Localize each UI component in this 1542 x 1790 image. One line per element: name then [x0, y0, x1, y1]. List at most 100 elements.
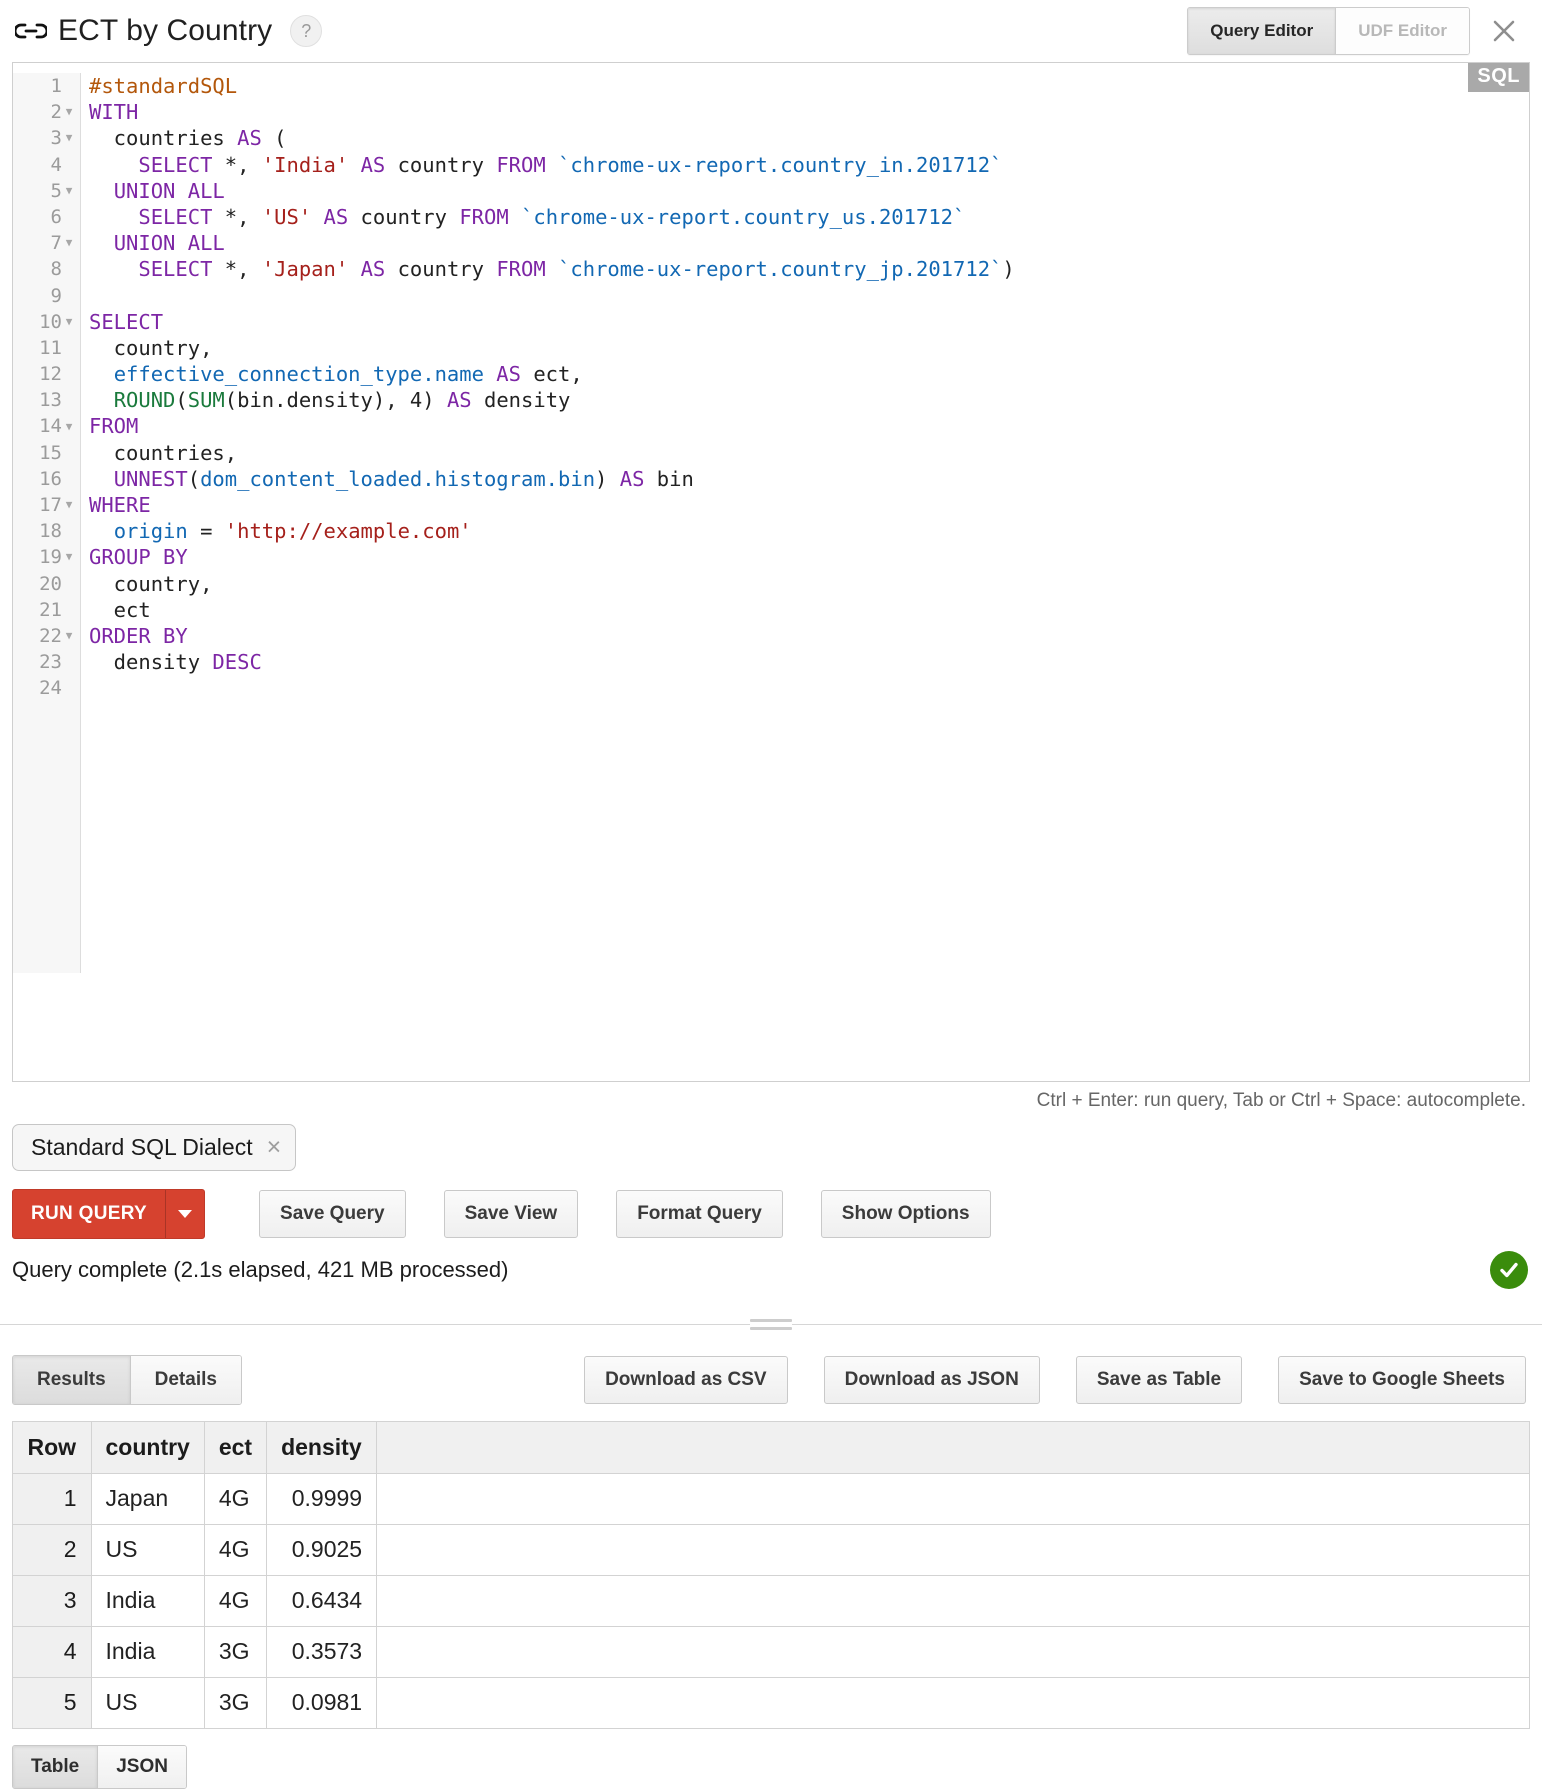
results-view-toggle[interactable]: Table JSON	[12, 1745, 187, 1789]
code-line[interactable]: SELECT *, 'US' AS country FROM `chrome-u…	[89, 204, 1529, 230]
table-row[interactable]: 3India4G0.6434	[13, 1575, 1529, 1626]
code-token: DESC	[212, 650, 261, 674]
splitter-handle[interactable]	[750, 1319, 792, 1330]
fold-toggle-icon[interactable]: ▼	[62, 230, 76, 256]
sql-editor[interactable]: SQL 1▼2▼3▼4▼5▼6▼7▼8▼9▼10▼11▼12▼13▼14▼15▼…	[12, 62, 1530, 1082]
code-area[interactable]: 1▼2▼3▼4▼5▼6▼7▼8▼9▼10▼11▼12▼13▼14▼15▼16▼1…	[13, 63, 1529, 973]
code-line[interactable]: SELECT	[89, 309, 1529, 335]
view-toggle-json[interactable]: JSON	[98, 1746, 186, 1788]
code-line[interactable]: UNNEST(dom_content_loaded.histogram.bin)…	[89, 466, 1529, 492]
save-query-button[interactable]: Save Query	[259, 1190, 406, 1238]
tab-query-editor[interactable]: Query Editor	[1188, 8, 1336, 54]
tab-details[interactable]: Details	[131, 1356, 241, 1404]
code-token: SELECT	[138, 205, 212, 229]
line-number: 18▼	[13, 518, 80, 544]
code-token: WHERE	[89, 493, 151, 517]
table-row[interactable]: 1Japan4G0.9999	[13, 1473, 1529, 1524]
code-line[interactable]: density DESC	[89, 649, 1529, 675]
fold-toggle-icon[interactable]: ▼	[62, 125, 76, 151]
line-number: 23▼	[13, 649, 80, 675]
fold-toggle-icon[interactable]: ▼	[62, 178, 76, 204]
line-number: 11▼	[13, 335, 80, 361]
download-as-json-button[interactable]: Download as JSON	[824, 1356, 1040, 1404]
chevron-down-icon[interactable]	[166, 1190, 204, 1238]
code-token: GROUP BY	[89, 545, 188, 569]
code-line[interactable]: UNION ALL	[89, 230, 1529, 256]
code-token: FROM	[89, 414, 138, 438]
panel-splitter[interactable]	[0, 1307, 1542, 1341]
code-token: (	[262, 126, 287, 150]
line-number: 16▼	[13, 466, 80, 492]
code-token	[89, 467, 114, 491]
column-header-density[interactable]: density	[267, 1422, 377, 1473]
code-line[interactable]: countries,	[89, 440, 1529, 466]
fold-toggle-icon[interactable]: ▼	[62, 414, 76, 440]
save-view-button[interactable]: Save View	[444, 1190, 579, 1238]
code-token	[546, 153, 558, 177]
line-number: 6▼	[13, 204, 80, 230]
code-line[interactable]: origin = 'http://example.com'	[89, 518, 1529, 544]
save-to-google-sheets-button[interactable]: Save to Google Sheets	[1278, 1356, 1526, 1404]
show-options-button[interactable]: Show Options	[821, 1190, 991, 1238]
code-line[interactable]: WITH	[89, 99, 1529, 125]
query-status-row: Query complete (2.1s elapsed, 421 MB pro…	[0, 1239, 1542, 1289]
results-table-head: Row country ect density	[13, 1422, 1529, 1473]
fold-toggle-icon[interactable]: ▼	[62, 309, 76, 335]
line-number: 5▼	[13, 178, 80, 204]
dialect-chip[interactable]: Standard SQL Dialect ×	[12, 1124, 296, 1171]
code-line[interactable]: SELECT *, 'India' AS country FROM `chrom…	[89, 152, 1529, 178]
view-toggle-table[interactable]: Table	[13, 1746, 98, 1788]
table-row[interactable]: 5US3G0.0981	[13, 1677, 1529, 1728]
code-line[interactable]: UNION ALL	[89, 178, 1529, 204]
code-token: effective_connection_type.name	[114, 362, 484, 386]
query-status-text: Query complete (2.1s elapsed, 421 MB pro…	[12, 1257, 508, 1283]
code-token	[348, 153, 360, 177]
code-line[interactable]: countries AS (	[89, 125, 1529, 151]
code-line[interactable]: ORDER BY	[89, 623, 1529, 649]
code-line[interactable]: GROUP BY	[89, 544, 1529, 570]
column-header-ect[interactable]: ect	[204, 1422, 266, 1473]
line-number-gutter: 1▼2▼3▼4▼5▼6▼7▼8▼9▼10▼11▼12▼13▼14▼15▼16▼1…	[13, 73, 81, 973]
editor-mode-toggle[interactable]: Query Editor UDF Editor	[1187, 7, 1470, 55]
code-line[interactable]: ROUND(SUM(bin.density), 4) AS density	[89, 387, 1529, 413]
code-line[interactable]: #standardSQL	[89, 73, 1529, 99]
code-line[interactable]: FROM	[89, 413, 1529, 439]
column-header-row[interactable]: Row	[13, 1422, 91, 1473]
table-header-row: Row country ect density	[13, 1422, 1529, 1473]
code-token	[509, 205, 521, 229]
table-row[interactable]: 2US4G0.9025	[13, 1524, 1529, 1575]
code-token: AS	[324, 205, 349, 229]
download-as-csv-button[interactable]: Download as CSV	[584, 1356, 788, 1404]
fold-toggle-icon[interactable]: ▼	[62, 623, 76, 649]
fold-toggle-icon[interactable]: ▼	[62, 544, 76, 570]
code-line[interactable]	[89, 675, 1529, 701]
save-as-table-button[interactable]: Save as Table	[1076, 1356, 1242, 1404]
code-line[interactable]: country,	[89, 335, 1529, 361]
cell-ect: 4G	[204, 1575, 266, 1626]
code-line[interactable]: effective_connection_type.name AS ect,	[89, 361, 1529, 387]
tab-results[interactable]: Results	[13, 1356, 131, 1404]
line-number: 10▼	[13, 309, 80, 335]
code-line[interactable]: ect	[89, 597, 1529, 623]
help-button[interactable]: ?	[290, 15, 322, 47]
code-token: `chrome-ux-report.country_jp.201712`	[558, 257, 1002, 281]
run-query-button[interactable]: RUN QUERY	[12, 1189, 205, 1239]
close-icon[interactable]: ×	[267, 1135, 282, 1160]
cell-ect: 4G	[204, 1473, 266, 1524]
fold-toggle-icon[interactable]: ▼	[62, 492, 76, 518]
divider	[0, 1324, 750, 1325]
run-query-label[interactable]: RUN QUERY	[13, 1190, 166, 1238]
close-icon[interactable]	[1478, 8, 1530, 54]
cell-filler	[377, 1626, 1529, 1677]
tab-udf-editor[interactable]: UDF Editor	[1336, 8, 1469, 54]
table-row[interactable]: 4India3G0.3573	[13, 1626, 1529, 1677]
code-line[interactable]	[89, 283, 1529, 309]
fold-toggle-icon[interactable]: ▼	[62, 99, 76, 125]
column-header-country[interactable]: country	[91, 1422, 204, 1473]
code-line[interactable]: SELECT *, 'Japan' AS country FROM `chrom…	[89, 256, 1529, 282]
code-line[interactable]: country,	[89, 571, 1529, 597]
code-line[interactable]: WHERE	[89, 492, 1529, 518]
results-tab-group[interactable]: Results Details	[12, 1355, 242, 1405]
format-query-button[interactable]: Format Query	[616, 1190, 783, 1238]
code-lines[interactable]: #standardSQLWITH countries AS ( SELECT *…	[81, 73, 1529, 973]
